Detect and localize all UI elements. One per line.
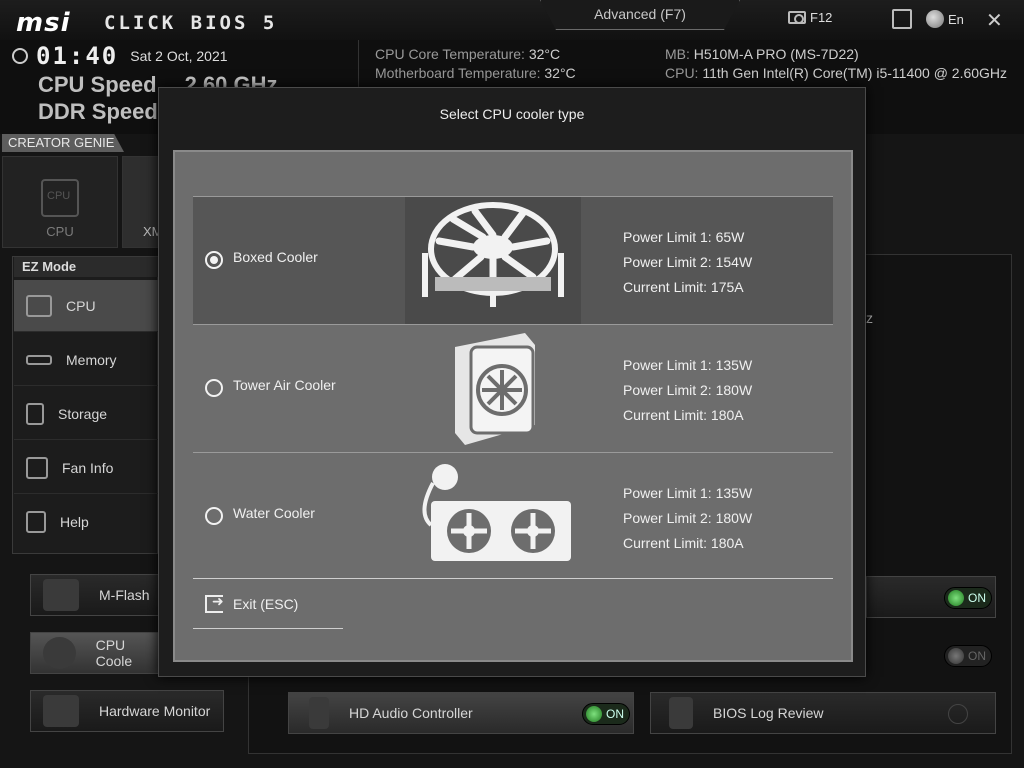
storage-icon xyxy=(26,402,44,425)
radio-tower-air-cooler[interactable] xyxy=(205,379,223,397)
screenshot-button[interactable]: F12 xyxy=(788,10,832,25)
tower-cooler-specs: Power Limit 1: 135W Power Limit 2: 180W … xyxy=(623,357,753,423)
clock: 01:40 Sat 2 Oct, 2021 xyxy=(12,42,228,70)
ez-item-storage[interactable]: Storage xyxy=(14,388,158,440)
fan-icon xyxy=(26,456,48,479)
clock-icon xyxy=(12,48,28,64)
divider xyxy=(358,40,359,88)
search-icon xyxy=(892,9,912,29)
top-bar: msi CLICK BIOS 5 Advanced (F7) F12 En ✕ xyxy=(0,0,1024,40)
boxed-cooler-specs: Power Limit 1: 65W Power Limit 2: 154W C… xyxy=(623,229,753,295)
cpu-chip-icon xyxy=(41,179,79,217)
ez-item-help[interactable]: Help xyxy=(14,496,158,548)
feature-toggle[interactable]: ON xyxy=(944,587,992,609)
ddr-speed: DDR Speed xyxy=(38,99,158,124)
product-name: CLICK BIOS 5 xyxy=(104,12,278,34)
speaker-icon xyxy=(309,697,329,729)
ez-item-fan-info[interactable]: Fan Info xyxy=(14,442,158,494)
m-flash-button[interactable]: M-Flash xyxy=(30,574,160,616)
temperatures: CPU Core Temperature: 32°C Motherboard T… xyxy=(375,46,576,81)
system-info: MB: H510M-A PRO (MS-7D22) CPU: 11th Gen … xyxy=(665,46,1008,81)
cooler-icon xyxy=(43,637,76,669)
cpu-icon xyxy=(26,294,52,317)
exit-button[interactable]: Exit (ESC) xyxy=(193,579,343,629)
dialog-title: Select CPU cooler type xyxy=(439,106,585,122)
feature-toggle-off[interactable]: ON xyxy=(944,645,992,667)
ez-item-memory[interactable]: Memory xyxy=(14,334,158,386)
date-display: Sat 2 Oct, 2021 xyxy=(130,48,228,64)
boxed-cooler-icon xyxy=(405,197,581,325)
log-icon xyxy=(669,697,693,729)
bios-log-review-button[interactable]: BIOS Log Review xyxy=(650,692,996,734)
usb-icon xyxy=(43,579,79,611)
creator-genie-title: CREATOR GENIE xyxy=(2,134,124,152)
water-cooler-specs: Power Limit 1: 135W Power Limit 2: 180W … xyxy=(623,485,753,551)
ez-mode-title: EZ Mode xyxy=(14,257,158,277)
radio-boxed-cooler[interactable] xyxy=(205,251,223,269)
genie-card-xmp[interactable]: XM xyxy=(122,156,163,248)
cooler-select-dialog: Select CPU cooler type Boxed Cooler Powe… xyxy=(158,87,866,677)
monitor-icon xyxy=(43,695,79,727)
hardware-monitor-button[interactable]: Hardware Monitor xyxy=(30,690,224,732)
camera-icon xyxy=(788,11,806,24)
ez-item-cpu[interactable]: CPU xyxy=(14,280,158,332)
close-icon[interactable]: ✕ xyxy=(986,8,1003,33)
option-water-cooler[interactable]: Water Cooler Power Limit 1: 135W Power L… xyxy=(193,452,833,580)
radio-water-cooler[interactable] xyxy=(205,507,223,525)
memory-icon xyxy=(26,354,52,365)
language-button[interactable]: En xyxy=(926,10,964,28)
brand-logo: msi xyxy=(16,8,71,38)
hd-audio-toggle[interactable]: ON xyxy=(582,703,630,725)
dialog-body: Boxed Cooler Power Limit 1: 65W Power Li… xyxy=(173,150,853,662)
cpu-cooler-button[interactable]: CPU Coole xyxy=(30,632,160,674)
hotkey-icon xyxy=(26,511,46,533)
exit-icon xyxy=(205,593,224,613)
search-button[interactable] xyxy=(892,9,912,29)
advanced-mode-tab[interactable]: Advanced (F7) xyxy=(540,0,740,30)
time-display: 01:40 xyxy=(36,42,119,70)
genie-card-cpu[interactable]: CPU xyxy=(2,156,118,248)
bios-log-indicator xyxy=(948,704,968,724)
water-cooler-icon xyxy=(405,453,581,581)
partial-text: z xyxy=(866,310,873,326)
option-tower-air-cooler[interactable]: Tower Air Cooler Power Limit 1: 135W Pow… xyxy=(193,324,833,452)
globe-icon xyxy=(926,10,944,28)
option-boxed-cooler[interactable]: Boxed Cooler Power Limit 1: 65W Power Li… xyxy=(193,196,833,325)
tower-cooler-icon xyxy=(405,325,581,453)
